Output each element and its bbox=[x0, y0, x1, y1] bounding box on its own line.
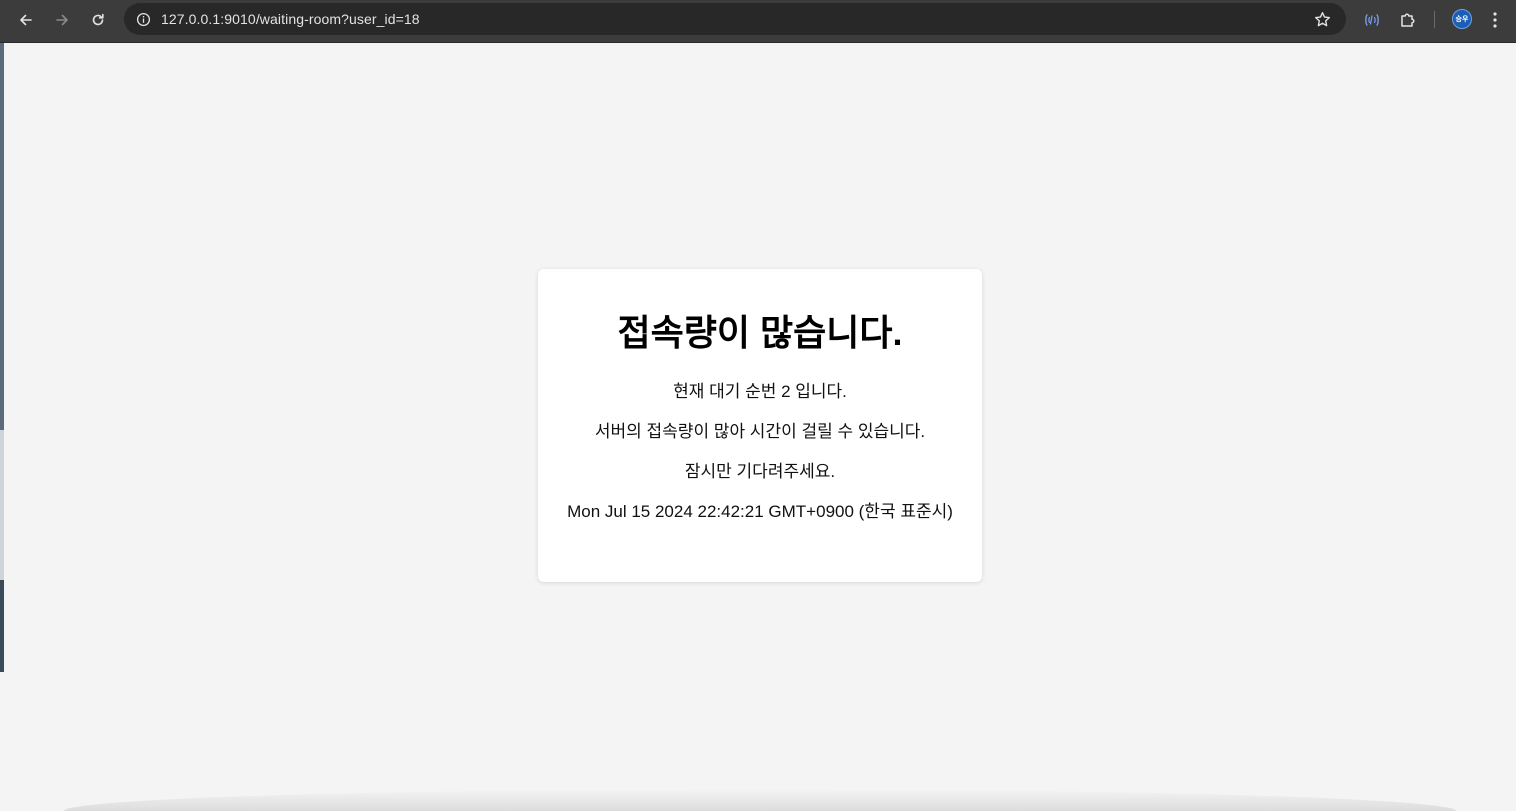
extensions-button[interactable] bbox=[1396, 8, 1420, 32]
puzzle-icon bbox=[1401, 13, 1415, 27]
forward-button[interactable] bbox=[48, 6, 76, 34]
queue-position-text: 현재 대기 순번 2 입니다. bbox=[673, 382, 847, 401]
reload-button[interactable] bbox=[84, 6, 112, 34]
server-load-text: 서버의 접속량이 많아 시간이 걸릴 수 있습니다. bbox=[594, 422, 926, 441]
back-button[interactable] bbox=[12, 6, 40, 34]
browser-window: 127.0.0.1:9010/waiting-room?user_id=18 승… bbox=[0, 0, 1516, 811]
bookmark-button[interactable] bbox=[1312, 9, 1332, 29]
page-viewport: 접속량이 많습니다. 현재 대기 순번 2 입니다. 서버의 접속량이 많아 시… bbox=[4, 43, 1516, 811]
kebab-menu-icon bbox=[1493, 12, 1497, 28]
cast-button[interactable] bbox=[1360, 8, 1384, 32]
info-icon bbox=[136, 12, 150, 26]
site-info-button[interactable] bbox=[132, 8, 154, 30]
browser-toolbar: 127.0.0.1:9010/waiting-room?user_id=18 승… bbox=[0, 0, 1516, 43]
timestamp-text: Mon Jul 15 2024 22:42:21 GMT+0900 (한국 표준… bbox=[567, 502, 953, 521]
reload-icon bbox=[92, 13, 104, 26]
window-bottom-shadow bbox=[64, 789, 1456, 811]
wait-text: 잠시만 기다려주세요. bbox=[684, 462, 836, 481]
star-icon bbox=[1314, 11, 1330, 26]
browser-menu-button[interactable] bbox=[1483, 8, 1507, 32]
waiting-room-card: 접속량이 많습니다. 현재 대기 순번 2 입니다. 서버의 접속량이 많아 시… bbox=[538, 269, 982, 582]
profile-avatar[interactable]: 승우 bbox=[1452, 9, 1472, 29]
url-text[interactable]: 127.0.0.1:9010/waiting-room?user_id=18 bbox=[161, 11, 420, 27]
arrow-right-icon bbox=[56, 14, 68, 26]
address-bar[interactable]: 127.0.0.1:9010/waiting-room?user_id=18 bbox=[124, 3, 1346, 35]
page-title: 접속량이 많습니다. bbox=[617, 312, 903, 353]
broadcast-icon bbox=[1365, 14, 1379, 26]
arrow-left-icon bbox=[20, 14, 32, 26]
toolbar-divider bbox=[1434, 11, 1435, 28]
